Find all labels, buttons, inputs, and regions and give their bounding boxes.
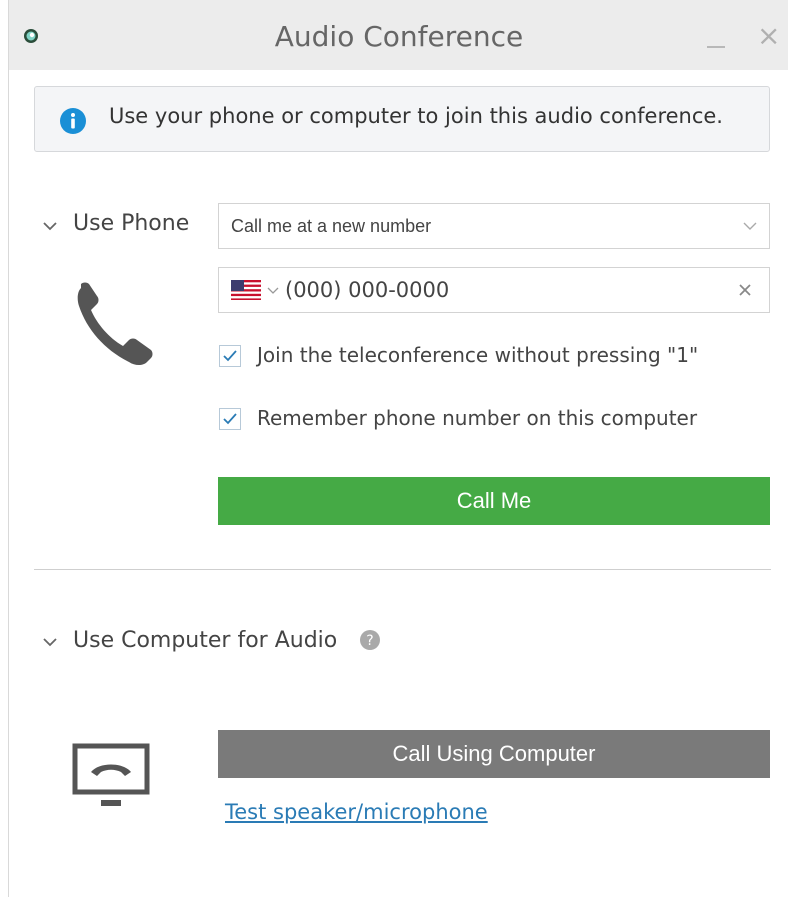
use-computer-label[interactable]: Use Computer for Audio <box>73 628 337 653</box>
help-icon[interactable]: ? <box>359 629 381 651</box>
checkbox-label: Join the teleconference without pressing… <box>257 343 699 367</box>
chevron-down-icon[interactable] <box>42 637 58 647</box>
call-me-button[interactable]: Call Me <box>218 477 770 525</box>
chevron-down-icon <box>267 287 279 294</box>
chevron-down-icon <box>743 222 757 230</box>
phone-number-field <box>218 267 770 313</box>
minimize-button[interactable] <box>703 28 731 56</box>
country-selector[interactable] <box>231 280 283 302</box>
svg-text:?: ? <box>366 633 373 649</box>
us-flag-icon <box>231 280 261 300</box>
close-button[interactable]: × <box>757 22 783 50</box>
checkbox[interactable] <box>219 345 241 367</box>
checkmark-icon <box>223 350 237 362</box>
close-icon: × <box>757 19 781 52</box>
remember-phone-checkbox[interactable]: Remember phone number on this computer <box>219 406 739 434</box>
info-icon <box>60 108 86 134</box>
chevron-down-icon[interactable] <box>42 221 58 231</box>
join-without-pressing-checkbox[interactable]: Join the teleconference without pressing… <box>219 343 739 371</box>
call-option-select[interactable]: Call me at a new number <box>218 203 770 249</box>
clear-icon[interactable] <box>737 282 753 298</box>
checkbox-label: Remember phone number on this computer <box>257 406 698 430</box>
computer-audio-icon <box>72 743 150 806</box>
info-banner: Use your phone or computer to join this … <box>34 86 770 152</box>
call-option-value: Call me at a new number <box>231 216 432 236</box>
audio-conference-window: Audio Conference × Use your phone or com… <box>8 0 788 897</box>
title-bar: Audio Conference × <box>9 0 788 70</box>
minimize-icon <box>707 46 725 48</box>
phone-number-input[interactable] <box>285 276 715 304</box>
window-title: Audio Conference <box>274 20 524 53</box>
use-phone-label[interactable]: Use Phone <box>73 211 189 236</box>
test-speaker-microphone-link[interactable]: Test speaker/microphone <box>225 800 488 824</box>
info-text: Use your phone or computer to join this … <box>109 104 723 128</box>
section-divider <box>34 569 771 570</box>
checkmark-icon <box>223 413 237 425</box>
call-using-computer-button[interactable]: Call Using Computer <box>218 730 770 778</box>
checkbox[interactable] <box>219 408 241 430</box>
phone-handset-icon <box>77 282 153 365</box>
